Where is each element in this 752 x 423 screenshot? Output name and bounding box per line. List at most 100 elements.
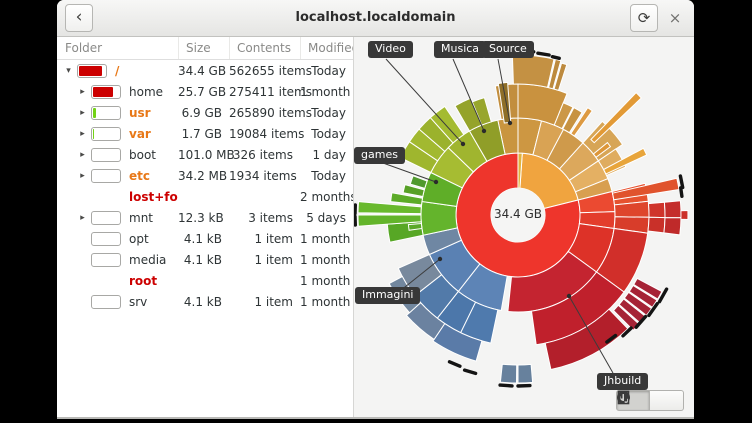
close-button[interactable]: × (662, 4, 688, 32)
expander-icon[interactable]: ▸ (76, 87, 89, 97)
usage-bar-icon (91, 232, 121, 246)
modified-cell: 2 months (300, 190, 353, 204)
size-cell: 34.2 MB (178, 169, 229, 183)
contents-cell: 19084 items (229, 127, 300, 141)
folder-name: etc (129, 169, 150, 183)
modified-cell: 1 month (300, 253, 353, 267)
table-row[interactable]: lost+found 2 months (57, 186, 353, 207)
reload-button[interactable]: ⟳ (630, 4, 658, 32)
table-row[interactable]: opt4.1 kB1 item1 month (57, 228, 353, 249)
contents-cell: 1 item (229, 253, 300, 267)
folder-name: mnt (129, 211, 153, 225)
table-header: Folder Size Contents Modified (57, 37, 353, 60)
table-row[interactable]: ▾/34.4 GB562655 itemsToday (57, 60, 353, 81)
ring-segment[interactable] (408, 224, 422, 231)
segment-label: Immagini (355, 287, 420, 304)
modified-cell: 1 month (300, 232, 353, 246)
label-anchor-dot (482, 129, 486, 133)
modified-cell: 5 days (300, 211, 353, 225)
expander-icon[interactable]: ▸ (76, 213, 89, 223)
expander-icon[interactable]: ▸ (76, 108, 89, 118)
table-row[interactable]: ▸etc34.2 MB1934 itemsToday (57, 165, 353, 186)
folder-name: lost+found (129, 190, 178, 204)
table-row[interactable]: ▸boot101.0 MB326 items1 day (57, 144, 353, 165)
usage-bar-icon (77, 64, 107, 78)
table-row[interactable]: ▸usr6.9 GB265890 itemsToday (57, 102, 353, 123)
label-anchor-dot (567, 294, 571, 298)
folder-name: srv (129, 295, 147, 309)
segment-label: Jhbuild (597, 373, 648, 390)
truncation-dash-icon (500, 385, 512, 386)
folder-name: / (115, 64, 119, 78)
usage-bar-icon (91, 127, 121, 141)
modified-cell: Today (300, 64, 353, 78)
modified-cell: Today (300, 169, 353, 183)
usage-bar-icon (91, 295, 121, 309)
segment-label: Video (368, 41, 413, 58)
rings-chart-svg[interactable] (354, 37, 694, 417)
window-title: localhost.localdomain (57, 0, 694, 36)
folder-table: Folder Size Contents Modified ▾/34.4 GB5… (57, 37, 353, 418)
size-cell: 34.4 GB (178, 64, 229, 78)
expander-icon[interactable]: ▸ (76, 150, 89, 160)
ring-segment[interactable] (664, 201, 681, 218)
size-cell: 4.1 kB (178, 232, 229, 246)
segment-label: Musica (434, 41, 486, 58)
folder-cell: opt (57, 232, 178, 246)
truncation-dash-icon (538, 53, 549, 55)
expander-icon[interactable]: ▸ (76, 129, 89, 139)
expander-icon[interactable]: ▸ (76, 171, 89, 181)
chart-center-label: 34.4 GB (478, 207, 558, 221)
header-bar: ‹ localhost.localdomain ⟳ × (57, 0, 694, 37)
folder-cell: srv (57, 295, 178, 309)
modified-cell: Today (300, 127, 353, 141)
table-row[interactable]: root1 month (57, 270, 353, 291)
label-anchor-dot (461, 142, 465, 146)
column-header-contents[interactable]: Contents (229, 37, 300, 59)
contents-cell: 562655 items (229, 64, 300, 78)
usage-bar-icon (91, 253, 121, 267)
ring-segment[interactable] (518, 364, 533, 383)
truncation-dash-icon (552, 57, 559, 59)
label-anchor-dot (508, 121, 512, 125)
expander-icon[interactable]: ▾ (62, 66, 75, 76)
ring-segment[interactable] (649, 202, 666, 217)
modified-cell: 1 month (300, 85, 353, 99)
usage-bar-icon (91, 106, 121, 120)
size-cell: 4.1 kB (178, 295, 229, 309)
table-row[interactable]: ▸mnt12.3 kB3 items5 days (57, 207, 353, 228)
ring-segment[interactable] (512, 55, 554, 87)
modified-cell: Today (300, 106, 353, 120)
size-cell: 6.9 GB (178, 106, 229, 120)
folder-cell: lost+found (57, 190, 178, 204)
ring-segment[interactable] (648, 217, 665, 233)
folder-cell: ▾/ (57, 64, 178, 78)
folder-name: media (129, 253, 166, 267)
table-row[interactable]: media 4.1 kB1 item1 month (57, 249, 353, 270)
folder-cell: root (57, 274, 178, 288)
column-header-size[interactable]: Size (178, 37, 229, 59)
truncation-dash-icon (450, 362, 460, 366)
table-row[interactable]: ▸home25.7 GB275411 items1 month (57, 81, 353, 102)
ring-segment[interactable] (664, 218, 681, 235)
column-header-folder[interactable]: Folder (57, 37, 178, 59)
size-cell: 4.1 kB (178, 253, 229, 267)
treemap-view-button[interactable] (650, 390, 684, 411)
table-row[interactable]: srv 4.1 kB1 item1 month (57, 291, 353, 312)
segment-label: games (354, 147, 405, 164)
column-header-modified[interactable]: Modified (300, 37, 353, 59)
table-row[interactable]: ▸var1.7 GB19084 itemsToday (57, 123, 353, 144)
modified-cell: 1 month (300, 295, 353, 309)
segment-label: Source (482, 41, 534, 58)
contents-cell: 1 item (229, 295, 300, 309)
label-anchor-dot (434, 180, 438, 184)
folder-cell: ▸ mnt (57, 211, 178, 225)
ring-segment[interactable] (681, 211, 688, 220)
folder-name: opt (129, 232, 149, 246)
ring-segment[interactable] (500, 364, 516, 383)
folder-cell: media (57, 253, 178, 267)
view-toggle (616, 390, 684, 411)
contents-cell: 275411 items (229, 85, 300, 99)
modified-cell: 1 day (300, 148, 353, 162)
size-cell: 25.7 GB (178, 85, 229, 99)
